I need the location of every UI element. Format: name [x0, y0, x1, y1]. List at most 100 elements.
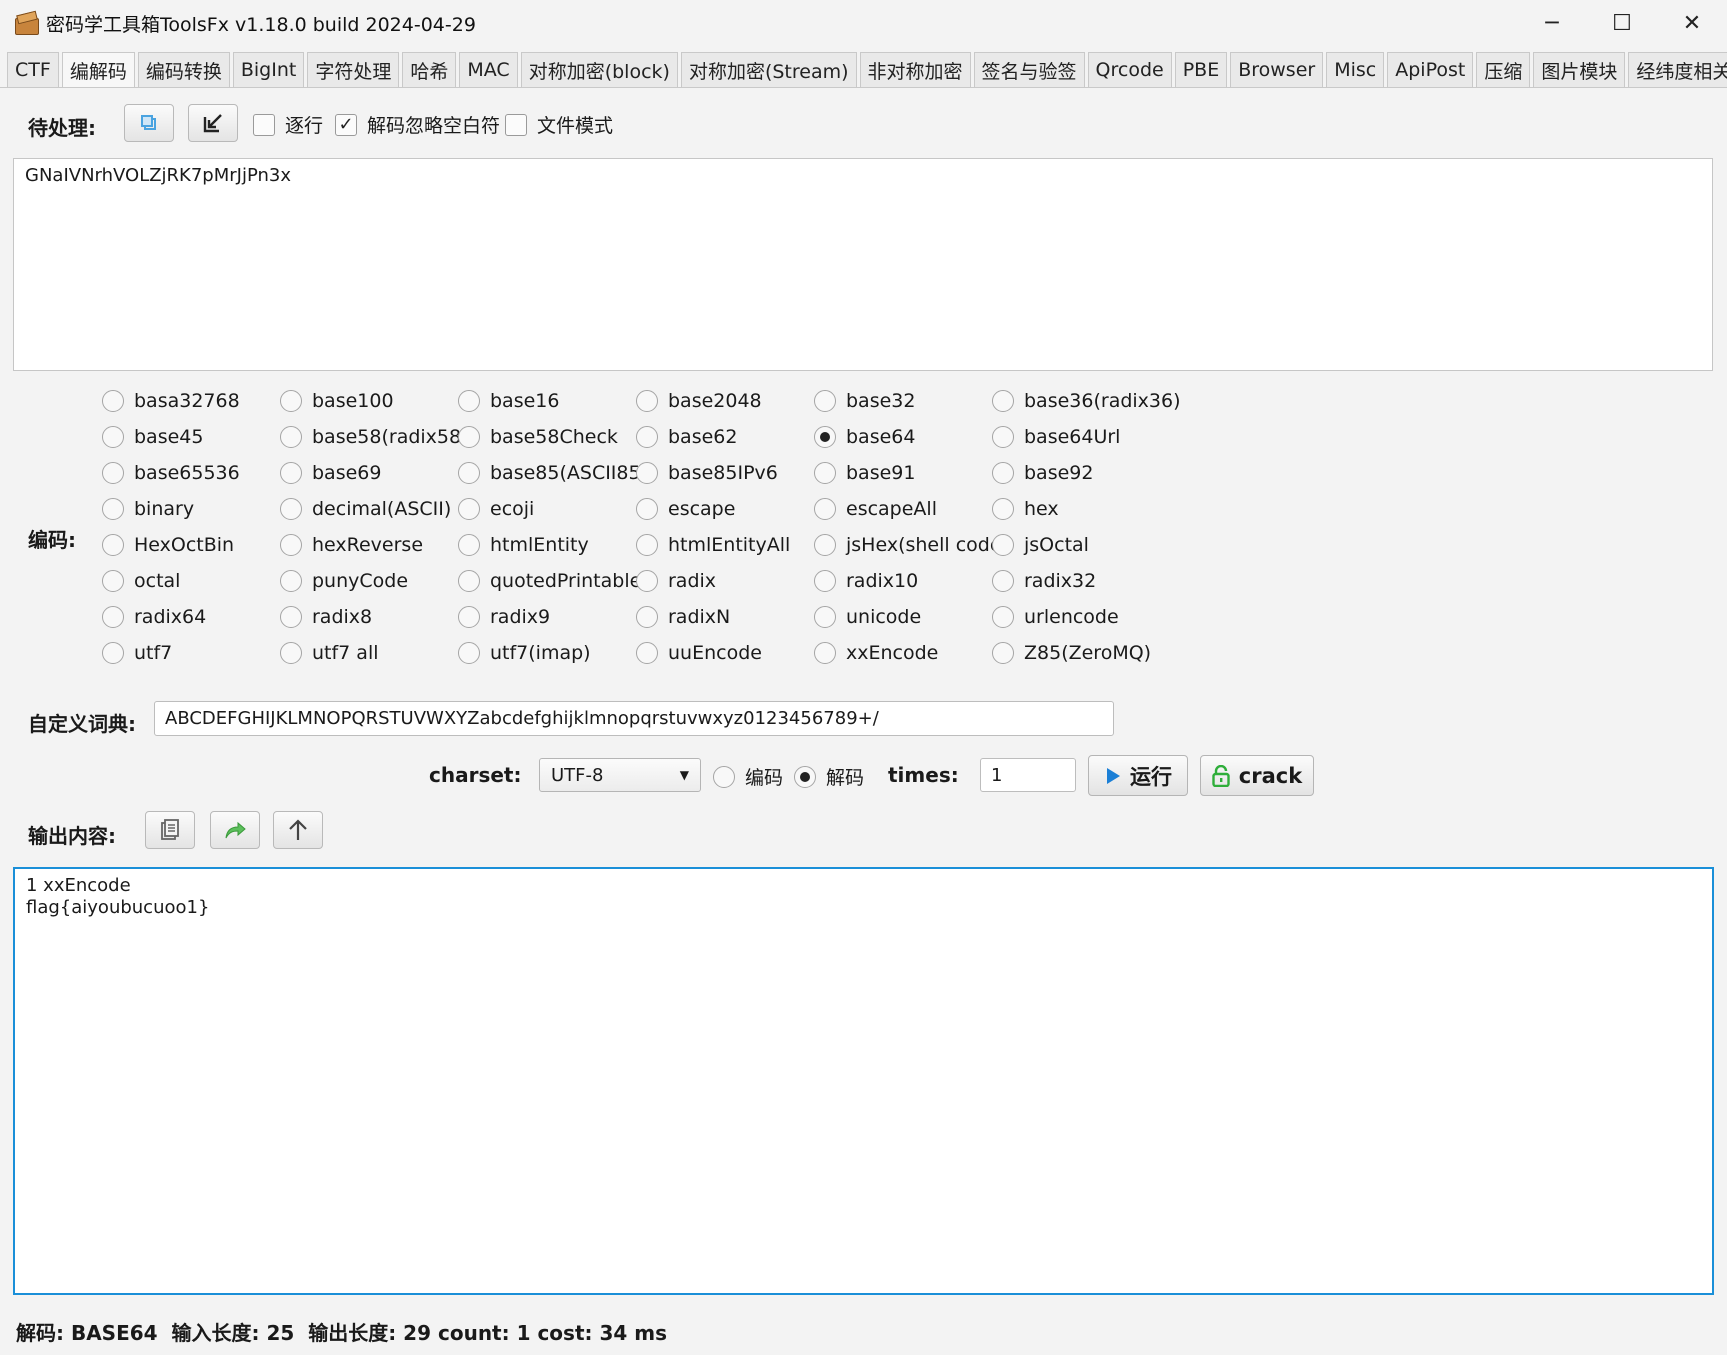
encoding-radio[interactable]: base100 — [280, 390, 394, 412]
share-output-button[interactable] — [210, 811, 260, 849]
tab-18[interactable]: 经纬度相关 — [1628, 52, 1727, 87]
encoding-radio[interactable]: uuEncode — [636, 642, 762, 664]
radio-label: octal — [134, 570, 181, 592]
encoding-radio[interactable]: radix32 — [992, 570, 1096, 592]
encoding-radio[interactable]: base69 — [280, 462, 381, 484]
tab-10[interactable]: 签名与验签 — [973, 52, 1085, 87]
encoding-radio[interactable]: utf7(imap) — [458, 642, 591, 664]
minimize-button[interactable]: ─ — [1517, 0, 1587, 46]
encoding-radio[interactable]: htmlEntity — [458, 534, 589, 556]
encoding-radio[interactable]: radix10 — [814, 570, 918, 592]
encoding-radio[interactable]: base64 — [814, 426, 915, 448]
dictionary-input[interactable]: ABCDEFGHIJKLMNOPQRSTUVWXYZabcdefghijklmn… — [154, 701, 1114, 736]
encoding-radio[interactable]: binary — [102, 498, 194, 520]
encoding-radio[interactable]: base16 — [458, 390, 559, 412]
tab-17[interactable]: 图片模块 — [1533, 52, 1626, 87]
encoding-radio[interactable]: unicode — [814, 606, 921, 628]
charset-value: UTF-8 — [551, 764, 604, 786]
encoding-radio[interactable]: base65536 — [102, 462, 240, 484]
encoding-radio[interactable]: utf7 all — [280, 642, 379, 664]
encoding-radio[interactable]: utf7 — [102, 642, 172, 664]
tab-3[interactable]: BigInt — [232, 52, 305, 87]
file-mode-checkbox[interactable]: 文件模式 — [505, 111, 613, 138]
encoding-radio[interactable]: base91 — [814, 462, 915, 484]
tab-1[interactable]: 编解码 — [61, 52, 135, 87]
encoding-radio[interactable]: radixN — [636, 606, 730, 628]
encoding-radio[interactable]: radix8 — [280, 606, 372, 628]
encoding-radio[interactable]: htmlEntityAll — [636, 534, 790, 556]
radio-dot — [458, 462, 480, 484]
encoding-radio[interactable]: urlencode — [992, 606, 1119, 628]
tab-0[interactable]: CTF — [7, 52, 59, 87]
encoding-radio[interactable]: ecoji — [458, 498, 534, 520]
tab-16[interactable]: 压缩 — [1476, 52, 1531, 87]
tab-15[interactable]: ApiPost — [1387, 52, 1474, 87]
line-by-line-checkbox[interactable]: 逐行 — [253, 111, 323, 138]
tab-9[interactable]: 非对称加密 — [859, 52, 971, 87]
encode-radio[interactable]: 编码 — [713, 763, 783, 790]
copy-output-button[interactable] — [145, 811, 195, 849]
encoding-radio[interactable]: HexOctBin — [102, 534, 234, 556]
radio-dot — [280, 642, 302, 664]
encoding-radio[interactable]: base85(ASCII85) — [458, 462, 648, 484]
encoding-radio[interactable]: base2048 — [636, 390, 762, 412]
encoding-radio[interactable]: radix — [636, 570, 716, 592]
tab-4[interactable]: 字符处理 — [307, 52, 400, 87]
encoding-radio[interactable]: base85IPv6 — [636, 462, 778, 484]
encoding-radio[interactable]: hexReverse — [280, 534, 423, 556]
tab-14[interactable]: Misc — [1326, 52, 1385, 87]
encoding-radio[interactable]: base58(radix58) — [280, 426, 469, 448]
encoding-radio[interactable]: xxEncode — [814, 642, 938, 664]
encoding-radio[interactable]: radix9 — [458, 606, 550, 628]
close-button[interactable]: ✕ — [1657, 0, 1727, 46]
crack-button[interactable]: crack — [1200, 755, 1314, 796]
radio-dot — [814, 390, 836, 412]
input-textarea[interactable]: GNaIVNrhVOLZjRK7pMrJjPn3x — [13, 158, 1713, 371]
radio-dot — [636, 498, 658, 520]
checkbox-box — [505, 113, 527, 136]
encoding-radio[interactable]: quotedPrintable — [458, 570, 641, 592]
encoding-radio[interactable]: Z85(ZeroMQ) — [992, 642, 1151, 664]
encoding-radio[interactable]: punyCode — [280, 570, 408, 592]
tab-8[interactable]: 对称加密(Stream) — [680, 52, 857, 87]
encoding-radio[interactable]: radix64 — [102, 606, 206, 628]
encoding-radio[interactable]: base92 — [992, 462, 1093, 484]
times-input[interactable]: 1 — [980, 758, 1076, 792]
checkbox-box — [253, 113, 275, 136]
tab-2[interactable]: 编码转换 — [137, 52, 230, 87]
encoding-radio[interactable]: base64Url — [992, 426, 1120, 448]
ignore-whitespace-checkbox[interactable]: ✓ 解码忽略空白符 — [335, 111, 500, 138]
radio-dot — [636, 606, 658, 628]
encoding-radio[interactable]: base62 — [636, 426, 737, 448]
encoding-radio[interactable]: jsOctal — [992, 534, 1089, 556]
maximize-button[interactable]: ☐ — [1587, 0, 1657, 46]
tab-11[interactable]: Qrcode — [1087, 52, 1172, 87]
charset-select[interactable]: UTF-8 ▼ — [539, 758, 701, 792]
encoding-radio[interactable]: base36(radix36) — [992, 390, 1181, 412]
encoding-radio[interactable]: octal — [102, 570, 180, 592]
encoding-radio[interactable]: decimal(ASCII) — [280, 498, 451, 520]
encoding-radio[interactable]: base58Check — [458, 426, 618, 448]
move-up-button[interactable] — [273, 811, 323, 849]
radio-label: base91 — [846, 462, 916, 484]
import-button[interactable] — [188, 104, 238, 142]
checkbox-label: 解码忽略空白符 — [367, 115, 501, 137]
decode-radio[interactable]: 解码 — [794, 763, 864, 790]
encoding-radio[interactable]: base45 — [102, 426, 203, 448]
radio-dot — [102, 498, 124, 520]
tab-5[interactable]: 哈希 — [402, 52, 457, 87]
encoding-radio[interactable]: hex — [992, 498, 1059, 520]
encoding-radio[interactable]: escapeAll — [814, 498, 937, 520]
tab-12[interactable]: PBE — [1174, 52, 1228, 87]
encoding-radio[interactable]: jsHex(shell code) — [814, 534, 1009, 556]
tab-13[interactable]: Browser — [1230, 52, 1324, 87]
charset-label: charset: — [429, 763, 522, 787]
encoding-radio[interactable]: base32 — [814, 390, 915, 412]
copy-button[interactable] — [124, 104, 174, 142]
encoding-radio[interactable]: escape — [636, 498, 735, 520]
run-button[interactable]: 运行 — [1088, 755, 1188, 796]
tab-6[interactable]: MAC — [459, 52, 518, 87]
encoding-radio[interactable]: basa32768 — [102, 390, 240, 412]
output-textarea[interactable]: 1 xxEncode flag{aiyoubucuoo1} — [13, 867, 1714, 1295]
tab-7[interactable]: 对称加密(block) — [520, 52, 678, 87]
